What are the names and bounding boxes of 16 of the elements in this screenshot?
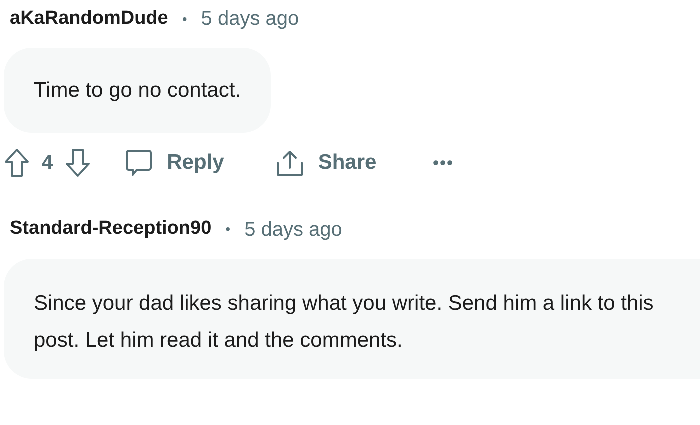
comment-text: Since your dad likes sharing what you write. Send him a link to this post. Let him read it and the comments. [34,292,654,352]
upvote-icon[interactable] [4,148,30,178]
share-icon [276,148,304,177]
comment-author[interactable]: Standard-Reception90 [10,215,212,244]
reply-button[interactable]: Reply [125,147,224,178]
vote-count: 4 [42,150,54,176]
separator-dot: • [226,220,231,239]
comment-time: 5 days ago [201,7,300,32]
comment-text: Time to go no contact. [34,79,241,102]
downvote-icon[interactable] [65,148,92,178]
speech-bubble-icon [125,148,154,177]
separator-dot: • [182,10,188,28]
share-button[interactable]: Share [276,147,377,178]
comment-time: 5 days ago [244,218,342,242]
comment-author[interactable]: aKaRandomDude [10,4,168,34]
more-options-icon[interactable] [432,160,453,166]
